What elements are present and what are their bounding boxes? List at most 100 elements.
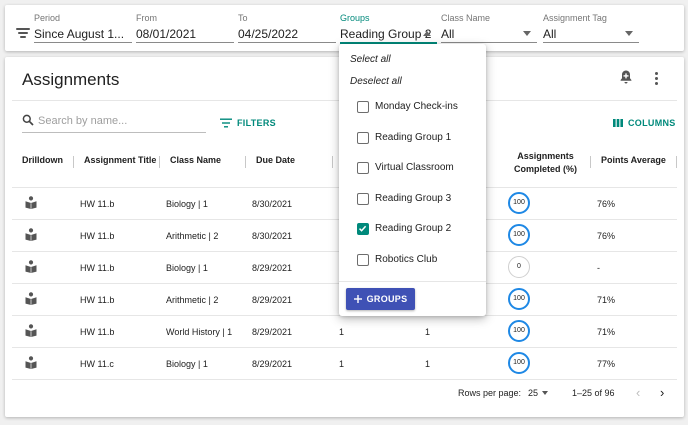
filter-list-icon[interactable] [16,28,30,38]
class-name-cell: Biology | 1 [166,359,208,369]
assignment-tag-select[interactable]: Assignment Tag All [543,5,639,51]
groups-value: Reading Group 2 [340,27,432,41]
assignment-tag-label: Assignment Tag [543,13,607,23]
groups-menu: Select all Deselect all Monday Check-ins… [339,44,486,316]
drilldown-icon[interactable] [25,260,37,273]
count-cell: 1 [425,359,431,369]
filters-button-label: FILTERS [237,118,276,128]
period-label: Period [34,13,61,23]
assignment-title-cell: HW 11.c [80,359,114,369]
deselect-all-option[interactable]: Deselect all [350,76,402,87]
to-label: To [238,13,248,23]
notification-add-icon[interactable] [619,69,633,85]
points-average-cell: 77% [597,359,616,369]
drilldown-icon[interactable] [25,324,37,337]
class-name-cell: Biology | 1 [166,263,208,273]
class-name-value: All [441,27,455,41]
completion-progress: 100 [508,192,530,214]
class-name-cell: Arithmetic | 2 [166,231,219,241]
drilldown-icon[interactable] [25,356,37,369]
column-header-line: Completed (%) [514,164,577,174]
column-header-class-name[interactable]: Class Name [170,155,221,165]
select-all-option[interactable]: Select all [350,54,391,65]
group-option-label: Reading Group 1 [375,131,452,143]
search-box[interactable] [22,113,206,133]
group-option-label: Virtual Classroom [375,162,454,174]
checkbox-icon[interactable] [357,254,369,266]
chevron-left-icon[interactable]: ‹ [636,386,640,399]
group-option-label: Robotics Club [375,254,438,265]
from-date-field[interactable]: From 08/01/2021 [136,5,234,51]
table-row[interactable]: HW 11.c Biology | 1 8/29/2021 1 1 100 77% [12,348,677,380]
add-groups-button-label: GROUPS [366,294,408,304]
group-option-label: Reading Group 3 [375,192,452,204]
assignment-title-cell: HW 11.b [80,199,115,209]
group-option[interactable]: Reading Group 2 [339,217,486,241]
assignment-title-cell: HW 11.b [80,327,115,337]
table-row[interactable]: HW 11.b World History | 1 8/29/2021 1 1 100 71… [12,316,677,348]
group-option[interactable]: Robotics Club [339,248,486,272]
search-input[interactable] [38,113,203,129]
chevron-right-icon[interactable]: › [660,386,664,399]
groups-label: Groups [340,13,370,23]
column-header-assignment-title[interactable]: Assignment Title [84,155,156,165]
checkbox-icon[interactable] [357,162,369,175]
group-option-label: Reading Group 2 [375,223,452,235]
class-name-cell: Biology | 1 [166,199,208,209]
checkbox-icon[interactable] [357,131,369,144]
chevron-down-icon[interactable] [542,391,548,395]
drilldown-icon[interactable] [25,292,37,305]
from-value: 08/01/2021 [136,27,197,41]
column-header-due-date[interactable]: Due Date [256,155,295,165]
assignment-title-cell: HW 11.b [80,295,115,305]
group-option[interactable]: Reading Group 3 [339,187,486,211]
to-value: 04/25/2022 [238,27,299,41]
assignment-title-cell: HW 11.b [80,231,115,241]
rows-per-page-select[interactable]: 25 [528,388,538,398]
pagination-range: 1–25 of 96 [572,388,615,398]
assignment-tag-value: All [543,27,557,41]
due-date-cell: 8/29/2021 [252,295,293,305]
completion-progress: 0 [508,256,530,278]
group-option[interactable]: Reading Group 1 [339,126,486,150]
chevron-up-icon [423,31,431,36]
due-date-cell: 8/29/2021 [252,327,293,337]
more-vert-icon[interactable] [653,71,661,87]
column-header-assignments-completed[interactable]: Assignments Completed (%) [514,150,577,176]
points-average-cell: 76% [597,231,616,241]
completion-progress: 100 [508,224,530,246]
columns-button-label: COLUMNS [628,118,676,128]
group-option[interactable]: Monday Check-ins [339,95,486,119]
points-average-cell: - [597,263,600,273]
column-header-line: Assignments [517,151,574,161]
group-option-label: Monday Check-ins [375,101,458,112]
column-header-points-average[interactable]: Points Average [601,155,666,165]
points-average-cell: 71% [597,327,616,337]
checkbox-icon[interactable] [357,192,369,205]
drilldown-icon[interactable] [25,196,37,209]
period-select[interactable]: Period Since August 1... [34,5,132,51]
completion-progress: 100 [508,288,530,310]
due-date-cell: 8/29/2021 [252,359,293,369]
count-cell: 1 [425,327,431,337]
add-groups-button[interactable]: GROUPS [346,288,415,310]
chevron-down-icon [625,31,633,36]
columns-button[interactable]: COLUMNS [613,114,676,132]
checkbox-icon[interactable] [357,101,369,113]
checkbox-checked-icon[interactable] [357,223,369,236]
count-cell: 1 [339,327,345,337]
to-date-field[interactable]: To 04/25/2022 [238,5,336,51]
filters-button[interactable]: FILTERS [220,114,276,132]
page-title: Assignments [22,70,120,89]
points-average-cell: 76% [597,199,616,209]
period-value: Since August 1... [34,27,125,41]
search-icon [22,114,34,126]
class-name-label: Class Name [441,13,491,23]
group-option[interactable]: Virtual Classroom [339,156,486,180]
column-header-drilldown[interactable]: Drilldown [22,155,63,165]
drilldown-icon[interactable] [25,228,37,241]
from-label: From [136,13,157,23]
due-date-cell: 8/30/2021 [252,199,293,209]
class-name-cell: Arithmetic | 2 [166,295,219,305]
completion-progress: 100 [508,320,530,342]
